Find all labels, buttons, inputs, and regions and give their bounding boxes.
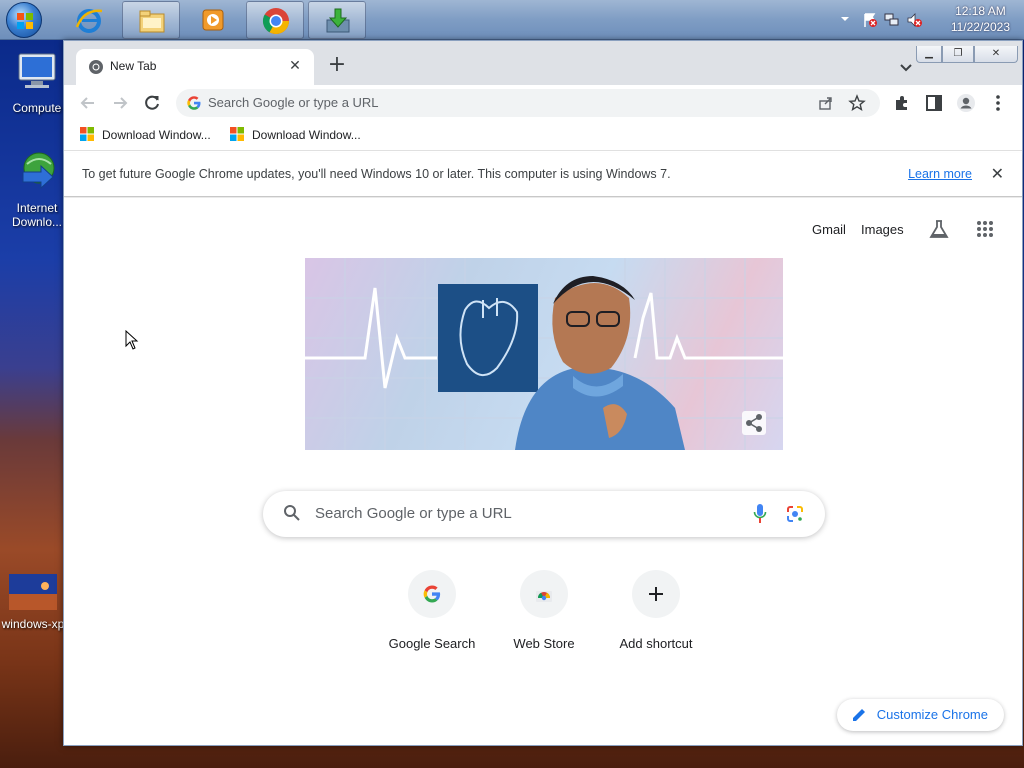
taskbar-download-manager[interactable] — [308, 1, 366, 39]
media-player-icon — [202, 9, 224, 31]
profile-avatar-icon[interactable] — [956, 93, 976, 113]
shortcut-label: Web Store — [513, 636, 575, 651]
customize-chrome-button[interactable]: Customize Chrome — [836, 699, 1004, 731]
shortcut-tile — [520, 570, 568, 618]
shortcut-label: Add shortcut — [619, 636, 693, 651]
desktop-icon-internet-download-manager[interactable]: Internet Downlo... — [6, 150, 68, 229]
pencil-icon — [852, 709, 865, 721]
volume-muted-icon[interactable] — [906, 12, 922, 28]
tab-new-tab[interactable]: New Tab ✕ — [76, 49, 314, 85]
google-doodle[interactable] — [305, 258, 783, 450]
address-bar[interactable]: Search Google or type a URL — [176, 89, 880, 117]
learn-more-link[interactable]: Learn more — [908, 167, 972, 181]
taskbar-media-player[interactable] — [184, 1, 242, 39]
tab-close-icon[interactable]: ✕ — [286, 57, 304, 75]
customize-chrome-label: Customize Chrome — [876, 707, 988, 722]
new-tab-page: Gmail Images Search Google or type a URL… — [64, 198, 1022, 745]
tab-search-chevron-icon[interactable] — [896, 57, 916, 77]
address-bar-placeholder: Search Google or type a URL — [208, 95, 379, 110]
clock-date: 11/22/2023 — [950, 20, 1010, 34]
back-arrow-icon[interactable] — [78, 93, 98, 113]
taskbar-internet-explorer[interactable] — [60, 1, 118, 39]
bookmark-star-icon[interactable] — [848, 94, 866, 112]
window-close-button[interactable]: ✕ — [974, 46, 1018, 63]
share-doodle-icon[interactable] — [742, 411, 766, 435]
shortcut-add[interactable]: Add shortcut — [600, 570, 712, 651]
desktop-icon-label: Internet Downlo... — [11, 201, 63, 229]
gmail-link[interactable]: Gmail — [812, 222, 846, 237]
bookmark-label: Download Window... — [252, 128, 361, 142]
system-tray: 12:18 AM 11/22/2023 — [834, 0, 1024, 40]
microsoft-logo-icon — [230, 127, 244, 141]
google-g-icon — [187, 96, 201, 110]
share-icon[interactable] — [818, 95, 834, 111]
minimize-button[interactable]: ▁ — [916, 46, 942, 63]
desktop-icon-computer[interactable]: Compute — [6, 50, 68, 115]
side-panel-icon[interactable] — [924, 93, 944, 113]
shortcut-google-search[interactable]: Google Search — [376, 570, 488, 651]
bookmark-item[interactable]: Download Window... — [230, 127, 361, 145]
google-g-icon — [423, 585, 441, 603]
bookmark-item[interactable]: Download Window... — [80, 127, 211, 145]
new-tab-button[interactable]: + — [324, 53, 350, 79]
chrome-window: New Tab ✕ + ▁ ❐ ✕ Search Google or type … — [63, 40, 1023, 746]
browser-toolbar: Search Google or type a URL — [64, 85, 1022, 121]
forward-arrow-icon[interactable] — [110, 93, 130, 113]
extensions-puzzle-icon[interactable] — [892, 93, 912, 113]
taskbar-clock[interactable]: 12:18 AM 11/22/2023 — [951, 3, 1010, 35]
labs-flask-icon[interactable] — [928, 218, 950, 240]
shortcut-web-store[interactable]: Web Store — [488, 570, 600, 651]
bookmarks-bar: Download Window... Download Window... — [64, 121, 1022, 151]
google-lens-icon[interactable] — [785, 504, 805, 524]
infobar-message: To get future Google Chrome updates, you… — [82, 167, 671, 181]
microsoft-logo-icon — [80, 127, 94, 141]
doodle-illustration — [305, 258, 783, 450]
clock-time: 12:18 AM — [955, 4, 1006, 18]
network-icon[interactable] — [884, 12, 900, 28]
taskbar: 12:18 AM 11/22/2023 — [0, 0, 1024, 40]
web-store-icon — [536, 591, 552, 602]
mouse-cursor-icon — [125, 330, 139, 350]
search-icon — [284, 505, 300, 521]
restore-button[interactable]: ❐ — [942, 46, 974, 63]
taskbar-chrome[interactable] — [246, 1, 304, 39]
internet-explorer-icon — [75, 9, 103, 33]
start-button[interactable] — [6, 2, 42, 38]
infobar-close-icon[interactable]: ✕ — [991, 164, 1004, 183]
shortcut-tile — [632, 570, 680, 618]
voice-search-mic-icon[interactable] — [753, 503, 767, 525]
ntp-search-box[interactable]: Search Google or type a URL — [263, 491, 825, 537]
windows-logo-icon — [17, 13, 33, 29]
more-vertical-icon[interactable] — [988, 93, 1008, 113]
computer-icon — [18, 53, 56, 88]
tab-title: New Tab — [110, 59, 157, 73]
taskbar-explorer[interactable] — [122, 1, 180, 39]
folder-icon — [139, 10, 165, 33]
download-manager-icon — [326, 8, 350, 33]
desktop-icon-windows-xp[interactable]: windows-xp — [0, 574, 66, 631]
desktop-icon-label: Compute — [12, 101, 62, 115]
search-placeholder: Search Google or type a URL — [315, 505, 512, 522]
shortcut-tile — [408, 570, 456, 618]
window-controls: ▁ ❐ ✕ — [916, 41, 1018, 63]
chrome-icon — [262, 8, 290, 35]
reload-icon[interactable] — [142, 93, 162, 113]
apps-grid-icon[interactable] — [976, 220, 994, 238]
chrome-favicon-icon — [89, 60, 103, 74]
chevron-up-icon[interactable] — [840, 14, 850, 24]
shortcut-label: Google Search — [388, 636, 476, 651]
plus-icon — [649, 587, 663, 601]
desktop-icon-label: windows-xp — [1, 617, 65, 631]
action-center-flag-icon[interactable] — [862, 12, 878, 28]
update-infobar: To get future Google Chrome updates, you… — [64, 153, 1022, 197]
image-thumbnail-icon — [9, 574, 57, 610]
idm-globe-icon — [22, 152, 55, 190]
images-link[interactable]: Images — [861, 222, 904, 237]
tab-strip: New Tab ✕ + ▁ ❐ ✕ — [64, 41, 1022, 85]
bookmark-label: Download Window... — [102, 128, 211, 142]
